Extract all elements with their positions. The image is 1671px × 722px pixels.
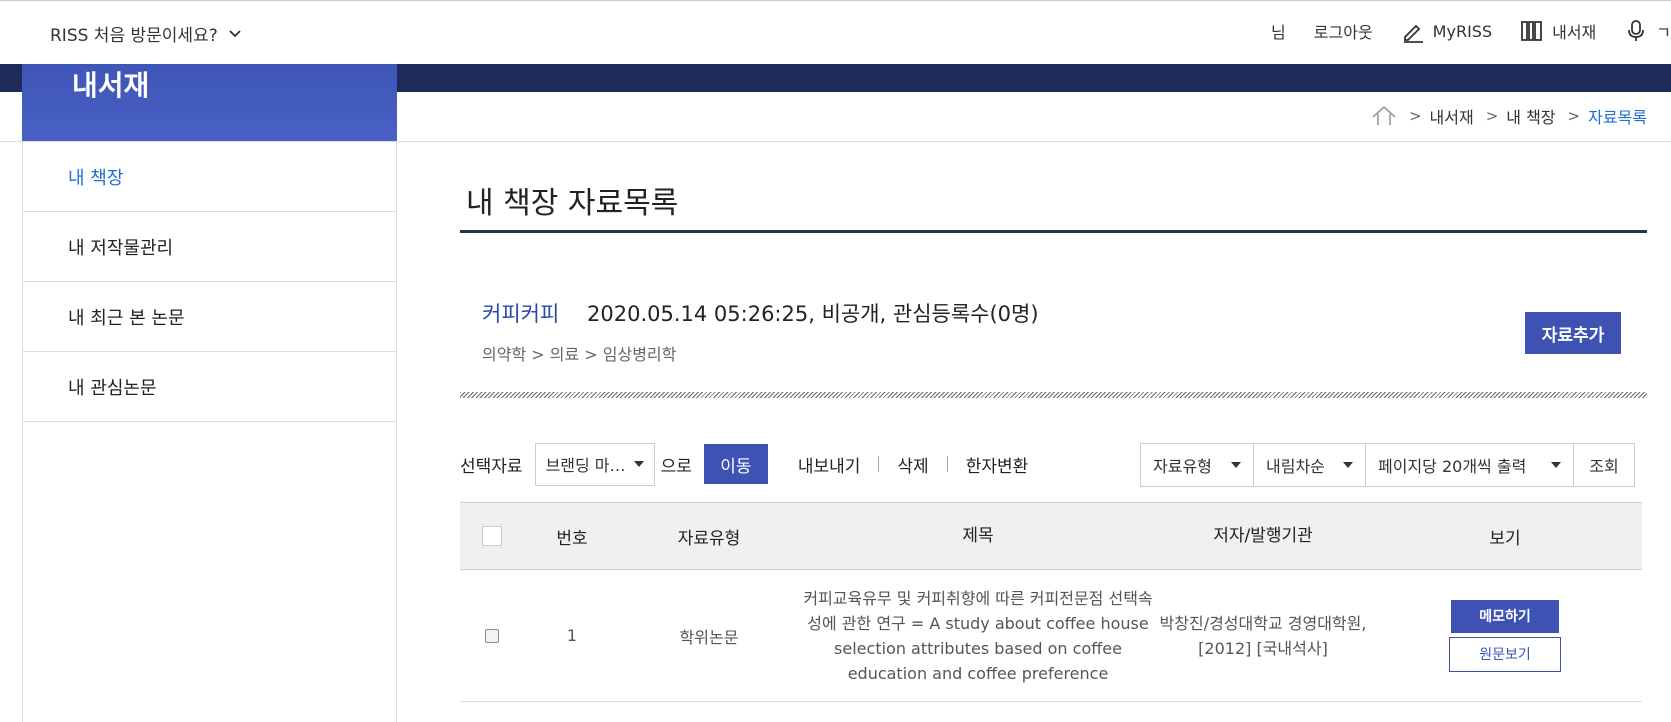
header-author: 저자/발행기관 [1213, 525, 1313, 546]
logout-link[interactable]: 로그아웃 [1314, 19, 1373, 43]
breadcrumb-library[interactable]: 내서재 [1430, 104, 1474, 128]
per-page-value: 페이지당 20개씩 출력 [1378, 457, 1527, 476]
logout-label: 로그아웃 [1313, 23, 1373, 42]
materials-table: 번호 자료유형 제목 저자/발행기관 보기 1 학위논문 커피교육유무 및 커피… [460, 502, 1642, 702]
top-bar: RISS 처음 방문이세요? 님 로그아웃 MyRISS 내서재 ㄱ [0, 0, 1671, 64]
bookshelf-icon [1521, 21, 1542, 41]
breadcrumb-current: 자료목록 [1588, 108, 1647, 127]
microphone-icon [1628, 20, 1645, 41]
table-header: 번호 자료유형 제목 저자/발행기관 보기 [460, 502, 1642, 570]
sidebar-item-my-works[interactable]: 내 저작물관리 [23, 212, 396, 282]
search-label: 조회 [1589, 457, 1619, 476]
sidebar-item-label: 내 저작물관리 [68, 237, 174, 259]
utility-nav: 님 로그아웃 MyRISS 내서재 ㄱ [1271, 19, 1671, 43]
to-label: 으로 [660, 456, 692, 477]
user-greeting: 님 [1271, 19, 1286, 43]
breadcrumb-bookshelf[interactable]: 내 책장 [1506, 104, 1555, 128]
caret-down-icon [633, 461, 644, 467]
sidebar-item-label: 내 관심논문 [68, 377, 157, 399]
add-item-button[interactable]: 자료추가 [1525, 312, 1621, 354]
chevron-down-icon [229, 29, 241, 37]
table-row: 1 학위논문 커피교육유무 및 커피취향에 따른 커피전문점 선택속성에 관한 … [460, 570, 1642, 702]
sidebar: 내 책장 내 저작물관리 내 최근 본 논문 내 관심논문 [22, 142, 397, 722]
section-title-box: 내서재 [22, 64, 397, 142]
myriss-link[interactable]: MyRISS [1401, 19, 1492, 43]
section-title: 내서재 [72, 69, 150, 102]
move-button[interactable]: 이동 [703, 444, 768, 484]
row-title[interactable]: 커피교육유무 및 커피취향에 따른 커피전문점 선택속성에 관한 연구 = A … [798, 586, 1158, 686]
header-number: 번호 [556, 528, 588, 549]
shelf-name: 커피커피 [482, 302, 560, 326]
row-author: 박창진/경성대학교 경영대학원,[2012] [국내석사] [1159, 613, 1367, 658]
sort-order-value: 내림차순 [1266, 457, 1325, 476]
caret-down-icon [1551, 462, 1561, 468]
divider [878, 456, 880, 472]
type-filter-select[interactable]: 자료유형 [1141, 444, 1254, 486]
caret-down-icon [1343, 462, 1353, 468]
selected-items-label: 선택자료 [460, 456, 523, 477]
delete-button[interactable]: 삭제 [897, 452, 928, 477]
search-button[interactable]: 조회 [1574, 444, 1634, 486]
divider [946, 456, 948, 472]
target-shelf-value: 브랜딩 마… [545, 456, 626, 475]
home-icon[interactable] [1371, 105, 1397, 127]
sidebar-item-interest-papers[interactable]: 내 관심논문 [23, 352, 396, 422]
sidebar-item-my-bookshelf[interactable]: 내 책장 [23, 142, 396, 212]
sort-order-select[interactable]: 내림차순 [1254, 444, 1366, 486]
voice-link[interactable]: ㄱ [1624, 19, 1671, 43]
shelf-meta: 2020.05.14 05:26:25, 비공개, 관심등록수(0명) [587, 302, 1039, 326]
view-original-button[interactable]: 원문보기 [1449, 636, 1561, 672]
sidebar-item-label: 내 책장 [68, 167, 124, 189]
row-number: 1 [566, 626, 578, 645]
row-type: 학위논문 [679, 627, 739, 647]
filter-bar: 자료유형 내림차순 페이지당 20개씩 출력 조회 [1140, 443, 1635, 487]
sidebar-item-label: 내 최근 본 논문 [68, 307, 185, 329]
voice-label: ㄱ [1656, 23, 1671, 42]
select-all-checkbox[interactable] [482, 526, 502, 546]
hanja-convert-button[interactable]: 한자변환 [966, 452, 1029, 477]
user-suffix: 님 [1271, 23, 1286, 42]
target-shelf-select[interactable]: 브랜딩 마… [534, 442, 655, 486]
chevron-right-icon: > [1567, 107, 1581, 125]
export-button[interactable]: 내보내기 [798, 452, 861, 477]
caret-down-icon [1231, 462, 1241, 468]
my-library-label: 내서재 [1552, 23, 1597, 42]
header-view: 보기 [1489, 528, 1521, 549]
type-filter-value: 자료유형 [1153, 457, 1212, 476]
action-toolbar: 선택자료 브랜딩 마… 으로 이동 내보내기 삭제 한자변환 [460, 442, 1029, 486]
myriss-label: MyRISS [1432, 21, 1493, 41]
chevron-right-icon: > [1408, 107, 1422, 125]
shelf-category: 의약학 > 의료 > 임상병리학 [482, 345, 677, 364]
breadcrumb: > 내서재 > 내 책장 > 자료목록 [1371, 104, 1647, 128]
pencil-icon [1403, 24, 1423, 43]
chevron-right-icon: > [1485, 107, 1499, 125]
per-page-select[interactable]: 페이지당 20개씩 출력 [1366, 444, 1574, 486]
sidebar-item-recent-papers[interactable]: 내 최근 본 논문 [23, 282, 396, 352]
first-visit-label: RISS 처음 방문이세요? [50, 26, 218, 46]
title-rule [460, 230, 1647, 233]
first-visit-dropdown[interactable]: RISS 처음 방문이세요? [50, 21, 242, 46]
header-title: 제목 [962, 525, 994, 546]
memo-button[interactable]: 메모하기 [1451, 599, 1559, 633]
header-type: 자료유형 [677, 528, 741, 549]
my-library-link[interactable]: 내서재 [1520, 19, 1596, 43]
page-title: 내 책장 자료목록 [466, 186, 679, 221]
zigzag-divider [460, 392, 1647, 398]
row-checkbox[interactable] [485, 628, 499, 643]
row-view-actions: 메모하기 원문보기 [1368, 599, 1642, 672]
